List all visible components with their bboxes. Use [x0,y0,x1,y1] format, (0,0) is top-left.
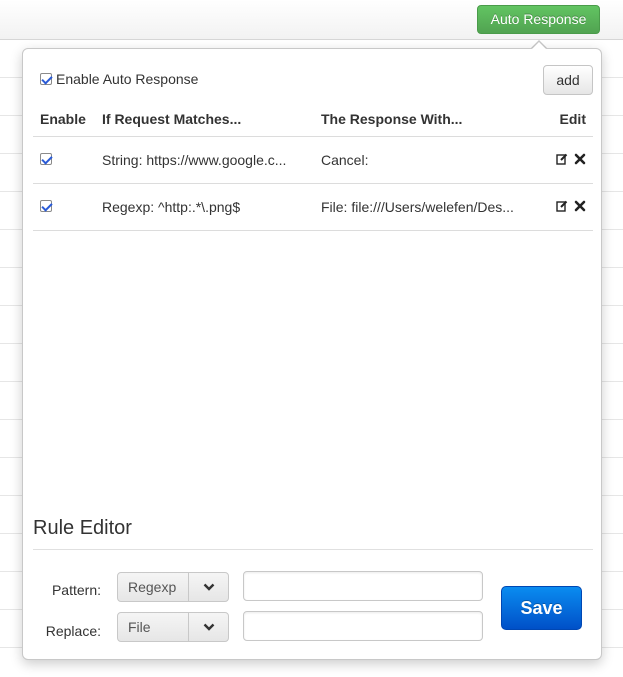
save-button[interactable]: Save [501,586,582,630]
replace-type-select[interactable]: File [117,612,229,642]
column-header-edit: Edit [544,103,593,137]
replace-input[interactable] [243,611,483,641]
rule-enable-checkbox[interactable] [40,199,52,212]
rules-header-row: Enable If Request Matches... The Respons… [33,103,593,137]
enable-auto-response[interactable]: Enable Auto Response [40,71,198,87]
auto-response-popover: Enable Auto Response add Enable If Reque… [22,48,602,660]
rule-editor-title: Rule Editor [33,517,132,539]
table-row: String: https://www.google.c... Cancel: [33,136,593,184]
auto-response-button[interactable]: Auto Response [477,5,600,34]
pattern-label: Pattern: [51,582,101,598]
edit-icon[interactable] [556,200,568,212]
popover-arrow-inner [531,42,547,50]
enable-auto-response-label: Enable Auto Response [56,71,199,87]
table-row: Regexp: ^http:.*\.png$ File: file:///Use… [33,183,593,231]
rule-match: Regexp: ^http:.*\.png$ [95,183,314,231]
replace-label: Replace: [45,623,101,639]
rule-match: String: https://www.google.c... [95,136,314,184]
replace-type-value: File [128,619,151,635]
chevron-down-icon[interactable] [188,573,228,601]
pattern-type-select[interactable]: Regexp [117,572,229,602]
delete-icon[interactable] [574,200,586,212]
edit-icon[interactable] [556,153,568,165]
pattern-input[interactable] [243,571,483,601]
chevron-down-icon[interactable] [188,613,228,641]
rule-response: File: file:///Users/welefen/Des... [314,183,544,231]
rule-enable-checkbox[interactable] [40,152,52,165]
divider [33,549,593,550]
column-header-response: The Response With... [314,103,544,137]
column-header-match: If Request Matches... [95,103,314,137]
rules-table: Enable If Request Matches... The Respons… [33,103,593,231]
rule-response: Cancel: [314,136,544,184]
pattern-type-value: Regexp [128,579,177,595]
enable-auto-response-checkbox[interactable] [40,73,52,85]
column-header-enable: Enable [33,103,95,137]
delete-icon[interactable] [574,153,586,165]
add-rule-button[interactable]: add [543,65,593,95]
